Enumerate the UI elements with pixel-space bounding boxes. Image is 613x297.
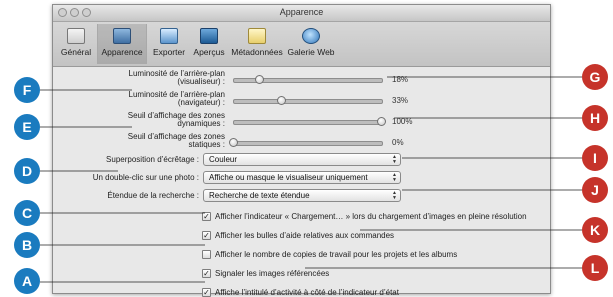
- callout-leader-lines: [40, 76, 582, 283]
- callout-badge: C: [14, 200, 40, 226]
- callout-badge: F: [14, 77, 40, 103]
- callout-badge: K: [582, 217, 608, 243]
- callout-badge: H: [582, 105, 608, 131]
- callout-badge: J: [582, 177, 608, 203]
- callout-badge: B: [14, 232, 40, 258]
- callout-badge: A: [14, 268, 40, 294]
- callout-badge: G: [582, 64, 608, 90]
- callout-badge: L: [582, 255, 608, 281]
- callout-badge: E: [14, 114, 40, 140]
- callout-badge: D: [14, 158, 40, 184]
- callout-badge: I: [582, 145, 608, 171]
